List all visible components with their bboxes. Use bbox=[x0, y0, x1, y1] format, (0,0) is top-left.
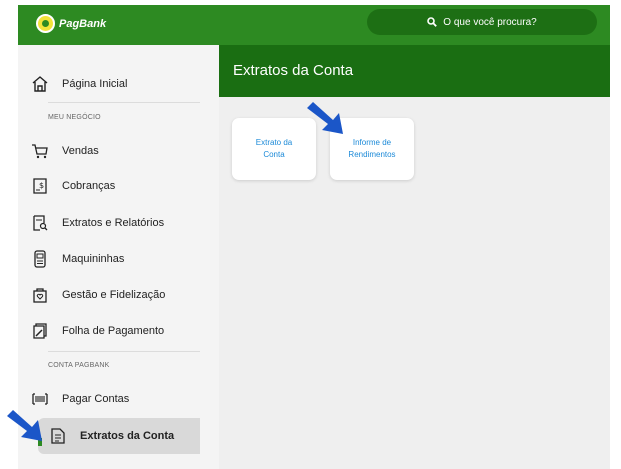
card-label-line1: Informe de bbox=[352, 138, 392, 147]
top-bar: PagBank O que você procura? bbox=[18, 5, 610, 45]
main-content: Extratos da Conta Extrato da Conta Infor… bbox=[219, 45, 610, 469]
card-label-line1: Extrato da bbox=[255, 138, 293, 147]
cart-icon bbox=[30, 141, 50, 161]
sidebar-item-label: Página Inicial bbox=[62, 78, 128, 90]
card-extrato-conta[interactable]: Extrato da Conta bbox=[232, 118, 316, 180]
sidebar-item-label: Folha de Pagamento bbox=[62, 325, 165, 337]
annotation-arrow-icon bbox=[7, 410, 42, 441]
divider bbox=[48, 351, 200, 352]
search-icon bbox=[427, 17, 438, 27]
svg-text:$: $ bbox=[39, 181, 44, 190]
card-label-line2: Conta bbox=[263, 150, 285, 159]
report-search-icon bbox=[30, 213, 50, 233]
pagbank-logo[interactable]: PagBank bbox=[36, 14, 106, 33]
card-label-line2: Rendimentos bbox=[348, 150, 396, 159]
invoice-dollar-icon: $ bbox=[30, 176, 50, 196]
page-title: Extratos da Conta bbox=[233, 62, 354, 79]
annotation-arrow-icon bbox=[307, 102, 343, 134]
sidebar-item-extratos-conta[interactable]: Extratos da Conta bbox=[38, 418, 200, 454]
divider bbox=[48, 102, 200, 103]
sidebar-item-pagar-contas[interactable]: Pagar Contas bbox=[20, 381, 202, 417]
sidebar-item-extratos-relatorios[interactable]: Extratos e Relatórios bbox=[20, 205, 202, 241]
sidebar-item-label: Cobranças bbox=[62, 180, 116, 192]
payroll-icon bbox=[30, 321, 50, 341]
brand-name: PagBank bbox=[59, 17, 107, 30]
home-icon bbox=[30, 74, 50, 94]
section-title-conta-pagbank: CONTA PAGBANK bbox=[48, 362, 110, 369]
sidebar-item-vendas[interactable]: Vendas bbox=[20, 133, 202, 169]
sidebar-item-label: Vendas bbox=[62, 145, 99, 157]
sidebar-item-maquininhas[interactable]: Maquininhas bbox=[20, 241, 202, 277]
sidebar-item-cobrancas[interactable]: $ Cobranças bbox=[20, 168, 202, 204]
search-input[interactable]: O que você procura? bbox=[367, 9, 597, 35]
sidebar-item-label: Extratos da Conta bbox=[80, 430, 175, 442]
barcode-icon bbox=[30, 389, 50, 409]
statement-document-icon bbox=[48, 426, 68, 446]
sidebar-item-label: Maquininhas bbox=[62, 253, 125, 265]
sidebar-item-label: Pagar Contas bbox=[62, 393, 130, 405]
logo-icon bbox=[36, 14, 55, 33]
page-header: Extratos da Conta bbox=[219, 45, 610, 97]
loyalty-bag-icon bbox=[30, 285, 50, 305]
sidebar-item-label: Gestão e Fidelização bbox=[62, 289, 166, 301]
section-title-meu-negocio: MEU NEGÓCIO bbox=[48, 114, 101, 121]
search-placeholder: O que você procura? bbox=[443, 16, 537, 28]
card-machine-icon bbox=[30, 249, 50, 269]
sidebar-item-label: Extratos e Relatórios bbox=[62, 217, 165, 229]
sidebar-item-folha-pagamento[interactable]: Folha de Pagamento bbox=[20, 313, 202, 349]
sidebar-item-gestao-fidelizacao[interactable]: Gestão e Fidelização bbox=[20, 277, 202, 313]
sidebar-item-home[interactable]: Página Inicial bbox=[20, 66, 202, 102]
